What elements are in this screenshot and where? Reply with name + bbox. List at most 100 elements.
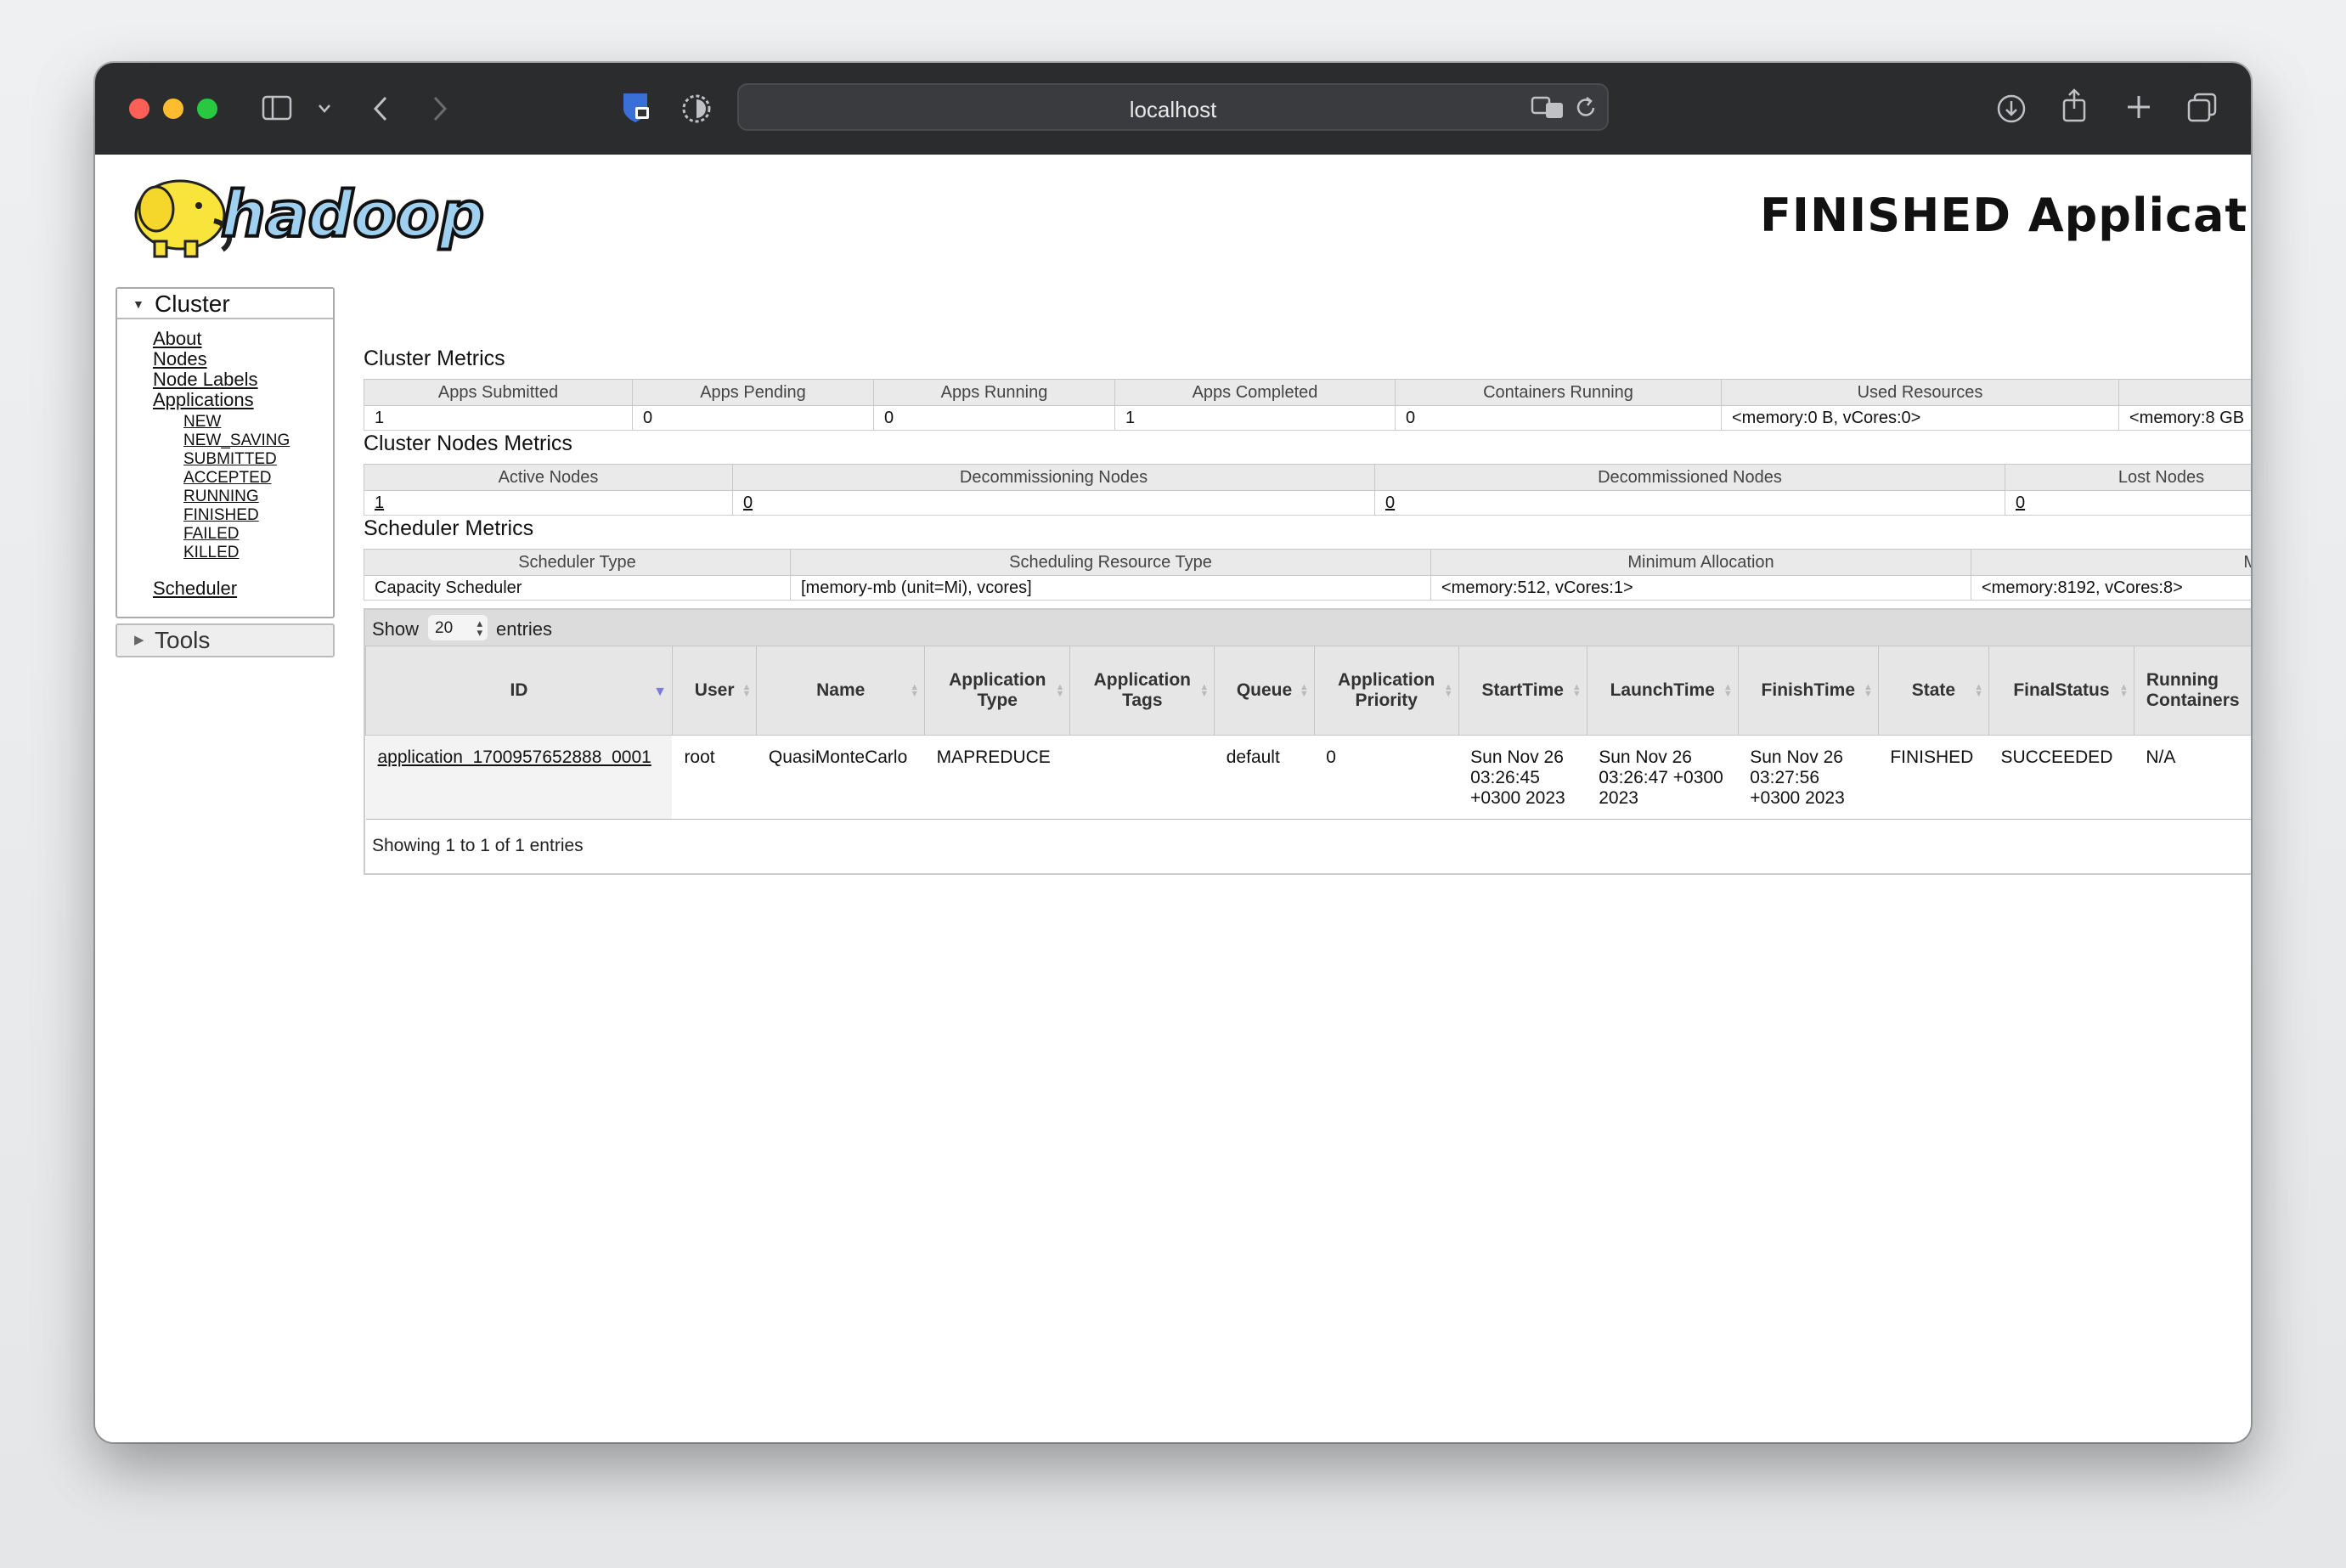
col-minimum-allocation: Minimum Allocation bbox=[1430, 549, 1971, 576]
state-cell: FINISHED bbox=[1878, 735, 1989, 820]
application-id-link[interactable]: application_1700957652888_0001 bbox=[365, 735, 673, 820]
table-header-row: ID ▼ User ▲ ▼ Name ▲ ▼ Application Type ▲ ▼ App… bbox=[365, 646, 2251, 736]
col-launch-time-label: LaunchTime bbox=[1610, 680, 1715, 700]
state-new-saving-link[interactable]: NEW_SAVING bbox=[183, 431, 290, 450]
queue-cell: default bbox=[1214, 735, 1315, 820]
appearance-icon[interactable] bbox=[680, 92, 713, 126]
close-window-button[interactable] bbox=[129, 99, 149, 119]
sort-desc-icon: ▼ bbox=[653, 685, 667, 699]
launch-time-cell: Sun Nov 26 03:26:47 +0300 2023 bbox=[1587, 735, 1739, 820]
sort-icon: ▲ ▼ bbox=[1974, 682, 1983, 699]
downloads-icon[interactable] bbox=[1996, 93, 2027, 124]
translate-icon[interactable] bbox=[1531, 95, 1566, 121]
tools-menu[interactable]: ▶ Tools bbox=[116, 623, 335, 657]
cluster-menu-header[interactable]: ▼ Cluster bbox=[117, 289, 333, 319]
cluster-label: Cluster bbox=[155, 290, 230, 317]
name-cell: QuasiMonteCarlo bbox=[756, 735, 925, 820]
col-name[interactable]: Name ▲ ▼ bbox=[756, 646, 926, 736]
node-labels-link[interactable]: Node Labels bbox=[153, 369, 258, 391]
expand-triangle-icon: ▶ bbox=[134, 633, 144, 647]
start-time-cell: Sun Nov 26 03:26:45 +0300 2023 bbox=[1458, 735, 1587, 820]
zoom-window-button[interactable] bbox=[197, 99, 217, 119]
state-failed-link[interactable]: FAILED bbox=[183, 525, 239, 544]
applications-table: ID ▼ User ▲ ▼ Name ▲ ▼ Application Type ▲ ▼ App… bbox=[365, 646, 2251, 820]
col-scheduling-resource-type: Scheduling Resource Type bbox=[790, 549, 1431, 576]
col-start-time-label: StartTime bbox=[1481, 680, 1564, 700]
total-resources-value: <memory:8 GB bbox=[2118, 405, 2251, 431]
decommissioning-nodes-link[interactable]: 0 bbox=[732, 490, 1375, 516]
chevron-down-icon[interactable] bbox=[318, 104, 331, 114]
col-application-tags[interactable]: Application Tags ▲ ▼ bbox=[1069, 646, 1215, 736]
privacy-shield-icon[interactable] bbox=[620, 90, 654, 126]
col-apps-completed: Apps Completed bbox=[1114, 379, 1396, 406]
col-finish-time[interactable]: FinishTime ▲ ▼ bbox=[1737, 646, 1879, 736]
hadoop-logo[interactable]: hadoop bbox=[121, 168, 511, 262]
lost-nodes-link[interactable]: 0 bbox=[2005, 490, 2251, 516]
col-user-label: User bbox=[694, 680, 735, 700]
sort-icon: ▲ ▼ bbox=[1723, 682, 1733, 699]
active-nodes-link[interactable]: 1 bbox=[364, 490, 733, 516]
state-killed-link[interactable]: KILLED bbox=[183, 544, 239, 562]
col-application-priority-label: Application Priority bbox=[1338, 670, 1435, 710]
col-application-type-label: Application Type bbox=[949, 670, 1046, 710]
about-link[interactable]: About bbox=[153, 328, 202, 350]
state-running-link[interactable]: RUNNING bbox=[183, 488, 259, 506]
col-user[interactable]: User ▲ ▼ bbox=[671, 646, 758, 736]
col-final-status[interactable]: FinalStatus ▲ ▼ bbox=[1988, 646, 2135, 736]
url-text: localhost bbox=[1129, 97, 1217, 122]
reload-icon[interactable] bbox=[1573, 95, 1599, 121]
col-maximum-allocation: Maximum bbox=[1971, 549, 2251, 576]
col-id[interactable]: ID ▼ bbox=[365, 646, 673, 736]
col-running-containers[interactable]: Running Containers bbox=[2133, 646, 2251, 736]
sort-icon: ▲ ▼ bbox=[742, 682, 752, 699]
maximum-allocation-value: <memory:8192, vCores:8> bbox=[1971, 575, 2251, 601]
logo-wordmark: hadoop bbox=[221, 178, 484, 251]
forward-icon[interactable] bbox=[431, 95, 448, 122]
sort-icon: ▲ ▼ bbox=[2118, 682, 2129, 699]
col-application-type[interactable]: Application Type ▲ ▼ bbox=[924, 646, 1071, 736]
table-row: application_1700957652888_0001 root Quas… bbox=[365, 735, 2251, 820]
browser-toolbar: localhost bbox=[95, 63, 2251, 155]
applications-link[interactable]: Applications bbox=[153, 389, 254, 411]
state-new-link[interactable]: NEW bbox=[183, 413, 221, 431]
sort-icon: ▲ ▼ bbox=[1863, 682, 1873, 699]
col-launch-time[interactable]: LaunchTime ▲ ▼ bbox=[1586, 646, 1739, 736]
tab-overview-icon[interactable] bbox=[2186, 92, 2219, 124]
minimum-allocation-value: <memory:512, vCores:1> bbox=[1430, 575, 1971, 601]
col-application-priority[interactable]: Application Priority ▲ ▼ bbox=[1313, 646, 1459, 736]
col-finish-time-label: FinishTime bbox=[1761, 680, 1856, 700]
col-start-time[interactable]: StartTime ▲ ▼ bbox=[1458, 646, 1587, 736]
col-state[interactable]: State ▲ ▼ bbox=[1877, 646, 1990, 736]
used-resources-value: <memory:0 B, vCores:0> bbox=[1721, 405, 2119, 431]
back-icon[interactable] bbox=[372, 95, 389, 122]
sidebar-toggle-icon[interactable] bbox=[262, 95, 292, 121]
col-scheduler-type: Scheduler Type bbox=[364, 549, 791, 576]
nodes-link[interactable]: Nodes bbox=[153, 348, 207, 370]
page-size-select[interactable]: 20 ▴ ▾ bbox=[428, 615, 488, 640]
address-bar[interactable]: localhost bbox=[737, 83, 1609, 131]
new-tab-icon[interactable] bbox=[2125, 93, 2152, 121]
cluster-menu: ▼ Cluster About Nodes Node Labels Applic… bbox=[116, 287, 335, 618]
scheduler-metrics-table: Scheduler Type Scheduling Resource Type … bbox=[364, 549, 2251, 601]
decommissioned-nodes-link[interactable]: 0 bbox=[1374, 490, 2005, 516]
col-name-label: Name bbox=[816, 680, 866, 700]
application-type-cell: MAPREDUCE bbox=[924, 735, 1070, 820]
sort-icon: ▲ ▼ bbox=[910, 682, 920, 699]
col-state-label: State bbox=[1911, 680, 1956, 700]
minimize-window-button[interactable] bbox=[163, 99, 183, 119]
col-apps-submitted: Apps Submitted bbox=[364, 379, 633, 406]
state-finished-link[interactable]: FINISHED bbox=[183, 506, 259, 525]
state-submitted-link[interactable]: SUBMITTED bbox=[183, 450, 277, 469]
collapse-triangle-icon: ▼ bbox=[133, 297, 144, 311]
page-content: hadoop FINISHED Applications ▼ Cluster A… bbox=[95, 155, 2251, 1442]
browser-window: localhost hadoop FINISHED Applicat ▼ Clu… bbox=[95, 63, 2251, 1442]
state-accepted-link[interactable]: ACCEPTED bbox=[183, 469, 271, 488]
page-size-value: 20 bbox=[435, 619, 454, 637]
col-containers-running: Containers Running bbox=[1395, 379, 1722, 406]
col-decommissioned-nodes: Decommissioned Nodes bbox=[1374, 464, 2005, 491]
col-queue[interactable]: Queue ▲ ▼ bbox=[1214, 646, 1315, 736]
col-application-tags-label: Application Tags bbox=[1093, 670, 1191, 710]
share-icon[interactable] bbox=[2061, 88, 2088, 124]
scheduler-link[interactable]: Scheduler bbox=[153, 578, 237, 600]
entries-label: entries bbox=[496, 618, 553, 640]
